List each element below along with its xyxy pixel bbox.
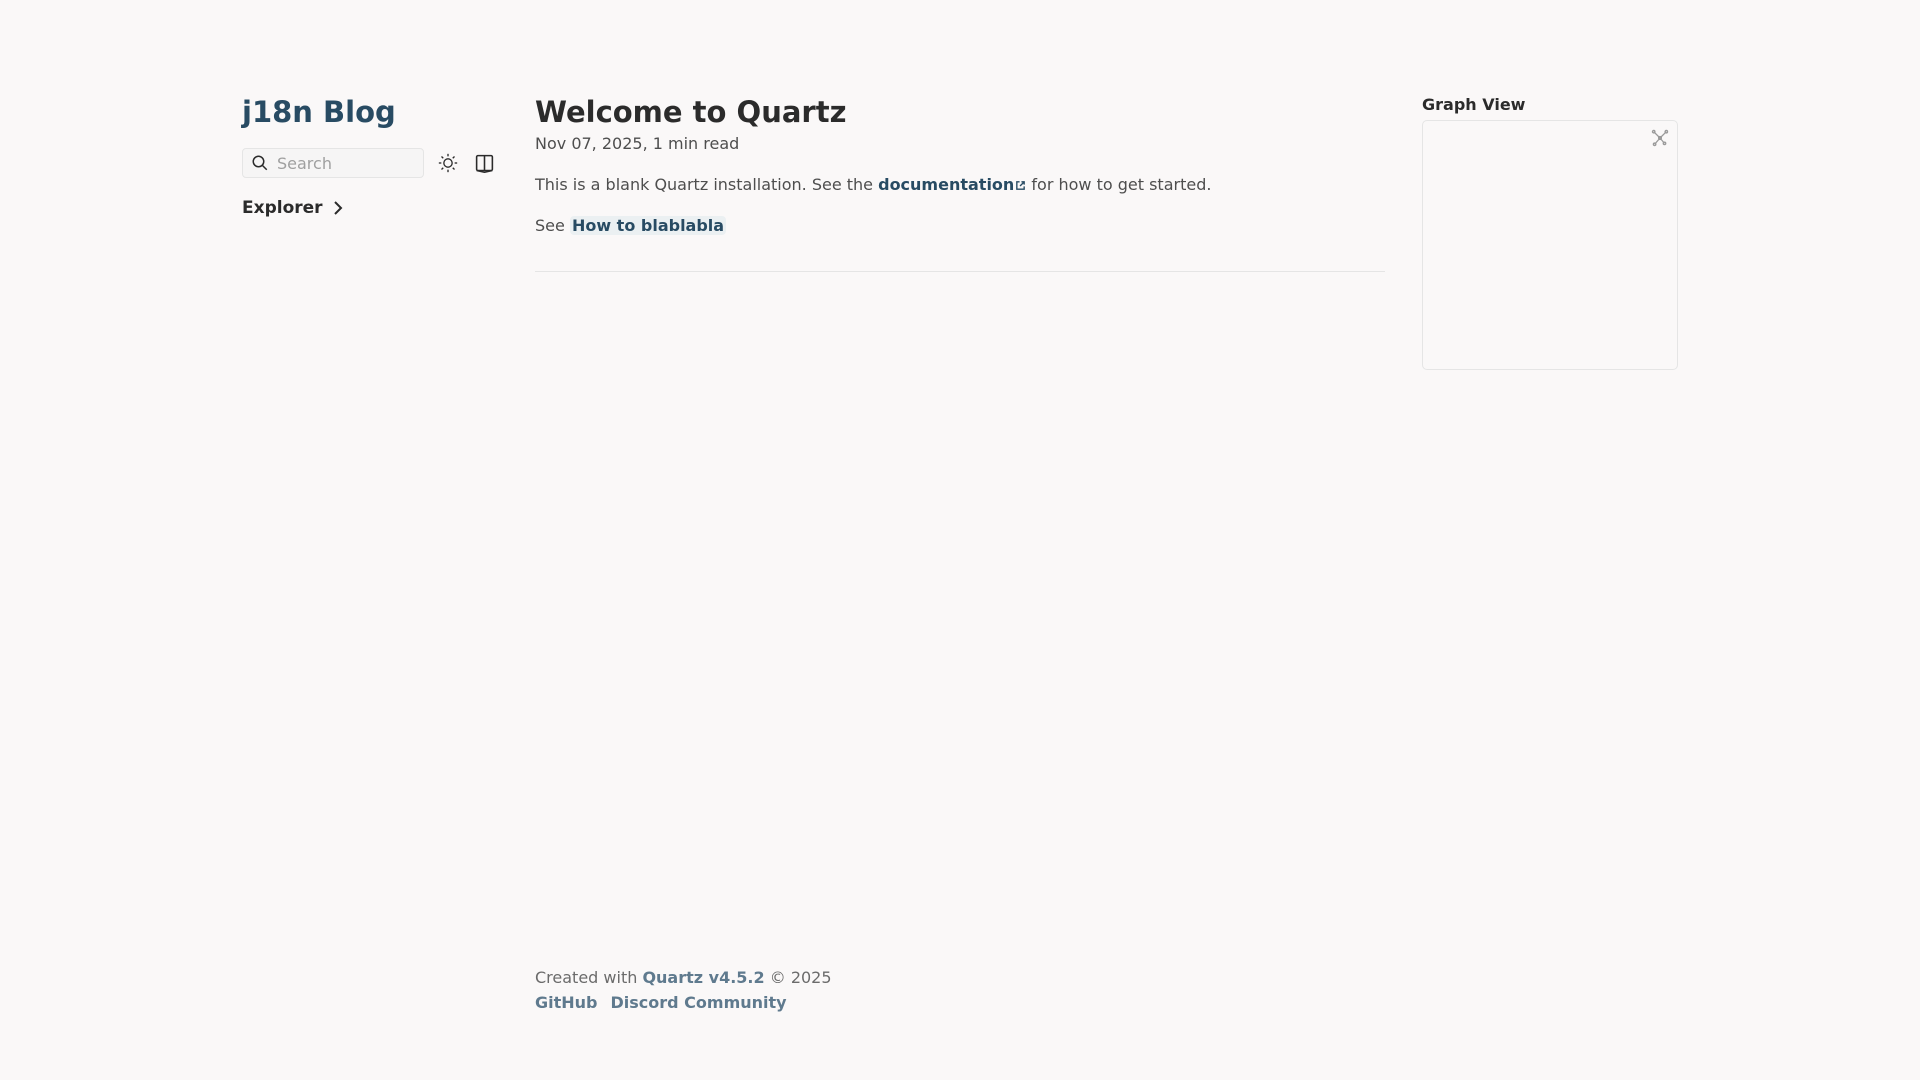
article-title: Welcome to Quartz [535,95,847,129]
footer-credits: Created with Quartz v4.5.2 © 2025 [535,968,832,987]
article-date: Nov 07, 2025 [535,134,643,153]
how-to-link[interactable]: How to blablabla [569,216,727,235]
documentation-link[interactable]: documentation [878,175,1026,194]
explorer-toggle[interactable]: Explorer [242,198,502,218]
article-paragraph: See How to blablabla [535,216,727,235]
discord-community-link[interactable]: Discord Community [611,993,787,1012]
search-input[interactable]: Search [242,148,424,178]
search-placeholder: Search [277,153,332,173]
left-sidebar: j18n Blog Search Explorer [242,92,502,218]
explorer-label: Explorer [242,198,323,218]
search-icon [252,155,268,171]
article-paragraph: This is a blank Quartz installation. See… [535,175,1212,194]
graph-view-canvas[interactable] [1422,120,1678,370]
footer: Created with Quartz v4.5.2 © 2025 GitHub… [535,965,832,1015]
right-sidebar: Graph View [1422,94,1678,370]
quartz-link[interactable]: Quartz v4.5.2 [642,968,764,987]
divider [535,271,1385,272]
sidebar-tools: Search [242,148,502,178]
graph-view-title: Graph View [1422,95,1526,114]
chevron-right-icon [333,201,342,215]
darkmode-toggle-button[interactable] [436,151,460,175]
footer-links: GitHub Discord Community [535,990,832,1015]
page: j18n Blog Search Explorer Welcome to Qua… [0,0,1920,1080]
article-read-time: 1 min read [652,134,740,153]
sun-icon [438,153,458,173]
article: Welcome to Quartz Nov 07, 2025, 1 min re… [535,92,1385,272]
external-link-icon [1016,181,1026,190]
book-icon [475,154,493,173]
reader-mode-button[interactable] [472,151,496,175]
github-link[interactable]: GitHub [535,993,598,1012]
global-graph-icon[interactable] [1651,129,1669,147]
site-title[interactable]: j18n Blog [242,92,396,132]
article-meta: Nov 07, 2025, 1 min read [535,134,740,153]
